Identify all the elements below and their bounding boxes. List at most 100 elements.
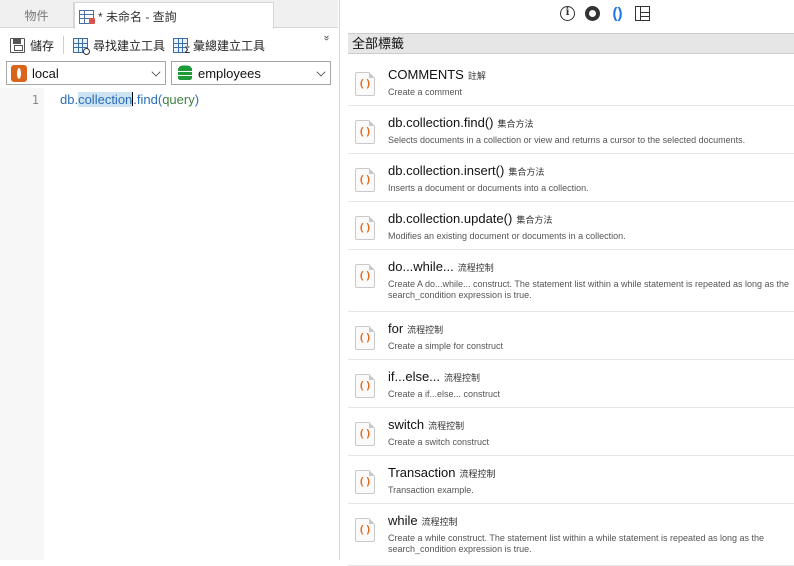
snippet-title-row: while 流程控制	[388, 513, 458, 528]
snippet-title-row: db.collection.insert() 集合方法	[388, 163, 544, 178]
snippet-title-row: db.collection.update() 集合方法	[388, 211, 552, 226]
layout-panel-icon[interactable]	[635, 6, 650, 21]
code-editor[interactable]: 1 db.collection.find(query)	[0, 88, 338, 560]
chevron-down-icon	[151, 67, 161, 77]
save-button[interactable]: 儲存	[6, 34, 58, 56]
snippet-item[interactable]: () for 流程控制 Create a simple for construct	[348, 312, 794, 360]
query-builder-button[interactable]: 尋找建立工具	[69, 34, 169, 56]
code-snippet-icon: ()	[355, 518, 375, 542]
snippet-list: () COMMENTS 註解 Create a comment () db.collect…	[348, 58, 794, 566]
code-snippet-icon: ()	[355, 374, 375, 398]
snippet-item[interactable]: () while 流程控制 Create a while construct. The…	[348, 504, 794, 566]
snippet-category: 註解	[467, 71, 486, 81]
chevron-down-double-icon: »	[321, 35, 332, 41]
snippet-item[interactable]: () if...else... 流程控制 Create a if...else... …	[348, 360, 794, 408]
code-token-close: )	[194, 92, 200, 107]
database-select[interactable]: employees	[171, 61, 331, 85]
snippet-description: Create A do...while... construct. The st…	[388, 279, 790, 300]
mongodb-connection-icon	[11, 64, 27, 82]
snippet-description: Create a while construct. The statement …	[388, 533, 765, 554]
aggregate-builder-label: 彙總建立工具	[193, 38, 266, 53]
snippet-title-row: db.collection.find() 集合方法	[388, 115, 534, 130]
snippet-category: 流程控制	[459, 469, 496, 479]
tag-filter-header[interactable]: 全部標籤	[348, 33, 794, 54]
connection-select[interactable]: local	[6, 61, 166, 85]
snippet-item[interactable]: () switch 流程控制 Create a switch construct	[348, 408, 794, 456]
snippet-description: Selects documents in a collection or vie…	[388, 135, 746, 145]
snippet-title: switch	[388, 417, 425, 432]
connection-selectors: local employees	[6, 61, 332, 85]
snippet-title-row: do...while... 流程控制	[388, 259, 494, 274]
code-snippet-icon: ()	[355, 264, 375, 288]
code-snippet-icon: ()	[355, 168, 375, 192]
snippet-item[interactable]: () do...while... 流程控制 Create A do...while..…	[348, 250, 794, 312]
snippet-category: 流程控制	[428, 421, 465, 431]
snippet-item[interactable]: () db.collection.find() 集合方法 Selects docume…	[348, 106, 794, 154]
tab-untitled-query[interactable]: * 未命名 - 查詢	[74, 2, 274, 29]
tab-bar: 物件 * 未命名 - 查詢	[0, 0, 338, 29]
snippet-item[interactable]: () db.collection.update() 集合方法 Modifies an …	[348, 202, 794, 250]
snippet-description: Create a switch construct	[388, 437, 490, 447]
snippet-title: COMMENTS	[388, 67, 464, 82]
snippet-title-row: switch 流程控制	[388, 417, 464, 432]
line-number: 1	[31, 93, 39, 107]
toolbar-overflow-button[interactable]: »	[320, 34, 332, 54]
line-gutter: 1	[0, 88, 44, 560]
snippet-description: Inserts a document or documents into a c…	[388, 183, 589, 193]
database-value: employees	[198, 65, 261, 81]
snippet-title: if...else...	[388, 369, 441, 384]
snippet-category: 集合方法	[508, 167, 545, 177]
query-builder-icon	[73, 37, 91, 55]
code-snippet-icon: ()	[355, 326, 375, 350]
code-token-method: .find(	[133, 92, 163, 107]
connection-value: local	[32, 65, 59, 81]
save-icon	[10, 37, 25, 53]
toolbar-divider	[63, 36, 65, 54]
snippet-category: 流程控制	[421, 517, 458, 527]
snippet-title: while	[388, 513, 418, 528]
snippet-title-row: for 流程控制	[388, 321, 443, 336]
editor-toolbar: 儲存 尋找建立工具 Σ 彙總建立工具 »	[0, 32, 338, 58]
snippet-title-row: if...else... 流程控制	[388, 369, 480, 384]
snippet-description: Modifies an existing document or documen…	[388, 231, 626, 241]
code-snippet-icon: ()	[355, 72, 375, 96]
snippet-title-row: COMMENTS 註解	[388, 67, 486, 82]
snippet-item[interactable]: () Transaction 流程控制 Transaction example.	[348, 456, 794, 504]
query-builder-label: 尋找建立工具	[93, 38, 166, 53]
panel-view-switcher: i ()	[560, 6, 650, 21]
snippet-description: Create a comment	[388, 87, 463, 97]
save-label: 儲存	[30, 38, 55, 53]
code-snippet-icon: ()	[355, 120, 375, 144]
snippet-title: db.collection.find()	[388, 115, 494, 130]
snippet-description: Create a simple for construct	[388, 341, 504, 351]
chevron-down-icon	[316, 67, 326, 77]
snippet-category: 流程控制	[457, 263, 494, 273]
eye-icon[interactable]	[585, 6, 600, 21]
tab-query-label: * 未命名 - 查詢	[98, 9, 177, 24]
code-snippet-icon: ()	[355, 470, 375, 494]
query-table-icon	[79, 9, 95, 24]
info-icon[interactable]: i	[560, 6, 575, 21]
database-icon	[178, 65, 192, 81]
snippet-category: 流程控制	[407, 325, 444, 335]
snippet-title: Transaction	[388, 465, 456, 480]
tab-objects-label: 物件	[24, 8, 49, 23]
snippet-panel: i () 全部標籤 () COMMENTS 註解 Create a comment()…	[339, 0, 794, 566]
snippet-category: 集合方法	[516, 215, 553, 225]
code-line[interactable]: db.collection.find(query)	[60, 92, 199, 107]
snippet-title: do...while...	[388, 259, 454, 274]
tab-objects[interactable]: 物件	[0, 2, 74, 28]
snippet-description: Transaction example.	[388, 485, 474, 495]
code-token-db: db.	[60, 92, 79, 107]
aggregate-builder-icon: Σ	[173, 37, 191, 55]
snippet-item[interactable]: () COMMENTS 註解 Create a comment	[348, 58, 794, 106]
snippet-item[interactable]: () db.collection.insert() 集合方法 Inserts a do…	[348, 154, 794, 202]
query-editor-pane: 物件 * 未命名 - 查詢 儲存 尋找建立工具 Σ 彙總建立工具 » local	[0, 0, 338, 560]
code-token-collection-selected: collection	[78, 92, 133, 107]
snippet-category: 集合方法	[497, 119, 534, 129]
snippet-description: Create a if...else... construct	[388, 389, 501, 399]
code-snippet-icon: ()	[355, 216, 375, 240]
code-snippet-icon: ()	[355, 422, 375, 446]
code-snippet-icon[interactable]: ()	[610, 6, 625, 21]
aggregate-builder-button[interactable]: Σ 彙總建立工具	[169, 34, 269, 56]
